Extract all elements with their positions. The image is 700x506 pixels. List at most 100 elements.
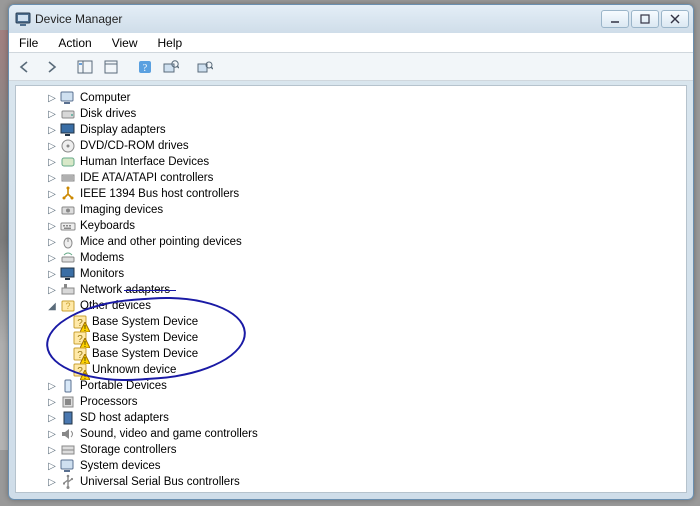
ieee-icon — [60, 186, 76, 202]
keyboard-icon — [60, 218, 76, 234]
expand-icon[interactable]: ▷ — [46, 444, 58, 456]
device-tree: ▷ Computer ▷ Disk drives ▷ Display adapt… — [16, 86, 686, 493]
app-icon — [15, 11, 31, 27]
tree-item-label: DVD/CD-ROM drives — [80, 140, 189, 152]
expand-icon[interactable]: ▷ — [46, 172, 58, 184]
network-icon — [60, 282, 76, 298]
expand-icon[interactable]: ▷ — [46, 220, 58, 232]
dvd-icon — [60, 138, 76, 154]
tree-item-label: Portable Devices — [80, 380, 167, 392]
other-devices-icon: ? — [60, 298, 76, 314]
tree-item-sound-controllers[interactable]: ▷ Sound, video and game controllers — [16, 426, 686, 442]
expand-icon[interactable]: ▷ — [46, 236, 58, 248]
forward-button[interactable] — [39, 56, 63, 78]
tree-item-label: Base System Device — [92, 332, 198, 344]
expand-icon[interactable]: ▷ — [46, 380, 58, 392]
cpu-icon — [60, 394, 76, 410]
tree-item-label: Other devices — [80, 300, 151, 312]
tree-item-network-adapters[interactable]: ▷ Network adapters — [16, 282, 686, 298]
tree-item-label: Human Interface Devices — [80, 156, 209, 168]
menu-view[interactable]: View — [108, 34, 142, 52]
tree-item-mice[interactable]: ▷ Mice and other pointing devices — [16, 234, 686, 250]
tree-item-dvd-cd-rom-drives[interactable]: ▷ DVD/CD-ROM drives — [16, 138, 686, 154]
tree-item-imaging-devices[interactable]: ▷ Imaging devices — [16, 202, 686, 218]
menu-file[interactable]: File — [15, 34, 42, 52]
tree-item-label: System devices — [80, 460, 161, 472]
expand-icon[interactable]: ▷ — [46, 140, 58, 152]
expand-icon[interactable]: ▷ — [46, 92, 58, 104]
tree-item-ide-controllers[interactable]: ▷ IDE ATA/ATAPI controllers — [16, 170, 686, 186]
tree-item-system-devices[interactable]: ▷ System devices — [16, 458, 686, 474]
tree-item-ieee1394[interactable]: ▷ IEEE 1394 Bus host controllers — [16, 186, 686, 202]
properties-button[interactable] — [99, 56, 123, 78]
tree-item-base-system-device[interactable]: ? ! Base System Device — [16, 314, 686, 330]
show-hidden-button[interactable] — [193, 56, 217, 78]
expand-icon[interactable]: ▷ — [46, 284, 58, 296]
tree-item-storage-controllers[interactable]: ▷ Storage controllers — [16, 442, 686, 458]
hid-icon — [60, 154, 76, 170]
annotation-strike — [124, 290, 176, 291]
unknown-device-icon: ? ! — [72, 362, 88, 378]
tree-item-other-devices[interactable]: ◢ ? Other devices — [16, 298, 686, 314]
tree-item-base-system-device[interactable]: ? ! Base System Device — [16, 346, 686, 362]
window-title: Device Manager — [35, 12, 601, 26]
tree-item-label: Monitors — [80, 268, 124, 280]
tree-item-disk-drives[interactable]: ▷ Disk drives — [16, 106, 686, 122]
warning-overlay-icon: ! — [80, 370, 90, 380]
tree-item-label: Universal Serial Bus controllers — [80, 476, 240, 488]
tree-item-monitors[interactable]: ▷ Monitors — [16, 266, 686, 282]
maximize-button[interactable] — [631, 10, 659, 28]
tree-item-label: Display adapters — [80, 124, 166, 136]
tree-pane[interactable]: ▷ Computer ▷ Disk drives ▷ Display adapt… — [15, 85, 687, 493]
expand-icon[interactable]: ▷ — [46, 476, 58, 488]
tree-item-label: Storage controllers — [80, 444, 177, 456]
window-frame: Device Manager File Action View Help ? ▷ — [8, 4, 694, 500]
back-button[interactable] — [13, 56, 37, 78]
expand-icon[interactable]: ▷ — [46, 156, 58, 168]
unknown-device-icon: ? ! — [72, 314, 88, 330]
tree-item-label: SD host adapters — [80, 412, 169, 424]
monitor-icon — [60, 266, 76, 282]
titlebar[interactable]: Device Manager — [9, 5, 693, 33]
scan-hardware-button[interactable] — [159, 56, 183, 78]
expand-icon[interactable]: ▷ — [46, 124, 58, 136]
tree-item-label: Keyboards — [80, 220, 135, 232]
tree-item-unknown-device[interactable]: ? ! Unknown device — [16, 362, 686, 378]
expand-icon[interactable]: ▷ — [46, 412, 58, 424]
expand-icon[interactable]: ▷ — [46, 460, 58, 472]
tree-item-base-system-device[interactable]: ? ! Base System Device — [16, 330, 686, 346]
tree-item-display-adapters[interactable]: ▷ Display adapters — [16, 122, 686, 138]
mouse-icon — [60, 234, 76, 250]
tree-item-hid[interactable]: ▷ Human Interface Devices — [16, 154, 686, 170]
tree-item-label: IDE ATA/ATAPI controllers — [80, 172, 213, 184]
tree-item-computer[interactable]: ▷ Computer — [16, 90, 686, 106]
unknown-device-icon: ? ! — [72, 346, 88, 362]
show-hide-tree-button[interactable] — [73, 56, 97, 78]
collapse-icon[interactable]: ◢ — [46, 300, 58, 312]
tree-item-label: Unknown device — [92, 364, 176, 376]
tree-item-usb-controllers[interactable]: ▷ Universal Serial Bus controllers — [16, 474, 686, 490]
tree-item-label: Processors — [80, 396, 138, 408]
menu-help[interactable]: Help — [154, 34, 187, 52]
display-icon — [60, 122, 76, 138]
help-button[interactable]: ? — [133, 56, 157, 78]
expand-icon[interactable]: ▷ — [46, 396, 58, 408]
minimize-button[interactable] — [601, 10, 629, 28]
expand-icon[interactable]: ▷ — [46, 188, 58, 200]
expand-icon[interactable]: ▷ — [46, 108, 58, 120]
tree-item-modems[interactable]: ▷ Modems — [16, 250, 686, 266]
tree-item-sd-host-adapters[interactable]: ▷ SD host adapters — [16, 410, 686, 426]
left-artifact — [0, 30, 8, 450]
tree-item-keyboards[interactable]: ▷ Keyboards — [16, 218, 686, 234]
expand-icon[interactable]: ▷ — [46, 252, 58, 264]
tree-item-processors[interactable]: ▷ Processors — [16, 394, 686, 410]
system-icon — [60, 458, 76, 474]
expand-icon[interactable]: ▷ — [46, 268, 58, 280]
close-button[interactable] — [661, 10, 689, 28]
expand-icon[interactable]: ▷ — [46, 204, 58, 216]
tree-item-label: Computer — [80, 92, 131, 104]
expand-icon[interactable]: ▷ — [46, 428, 58, 440]
menu-action[interactable]: Action — [54, 34, 95, 52]
tree-item-portable-devices[interactable]: ▷ Portable Devices — [16, 378, 686, 394]
ide-icon — [60, 170, 76, 186]
